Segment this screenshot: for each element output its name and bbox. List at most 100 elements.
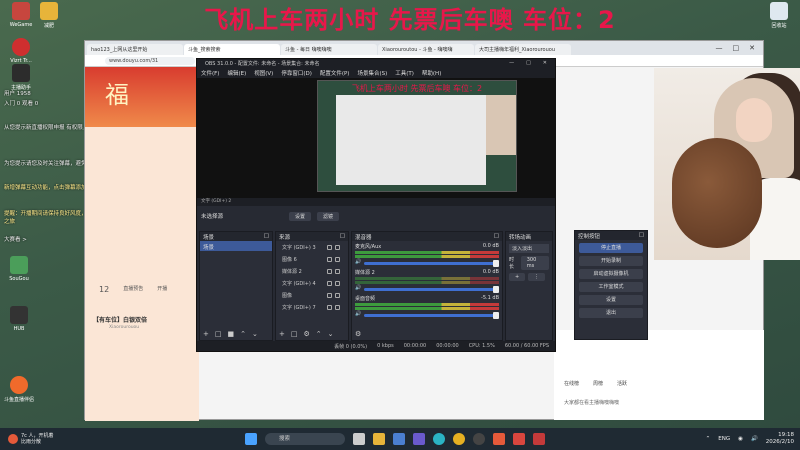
lock-icon[interactable] — [335, 256, 340, 262]
desktop-icon-hub[interactable]: HUB — [2, 306, 36, 332]
filter-icon[interactable]: ■ — [228, 330, 235, 338]
volume-slider[interactable] — [364, 311, 499, 319]
eye-icon[interactable] — [327, 304, 332, 310]
add-icon[interactable]: + — [279, 330, 285, 338]
windows-icon[interactable] — [245, 433, 257, 445]
speaker-icon[interactable]: 🔊 — [355, 285, 361, 291]
lock-icon[interactable] — [335, 304, 340, 310]
volume-slider[interactable] — [364, 285, 499, 293]
up-icon[interactable]: ⌃ — [316, 330, 322, 338]
dock-menu-icon[interactable]: □ — [494, 233, 499, 240]
stop-streaming-button[interactable]: 停止直播 — [579, 243, 643, 253]
rank-tab[interactable]: 周榜 — [593, 380, 603, 387]
weather-widget[interactable]: 7c 人，开机着 比雨分散 — [0, 433, 110, 445]
menu-help[interactable]: 帮助(H) — [422, 69, 441, 78]
speaker-icon[interactable]: 🔊 — [355, 259, 361, 265]
stat-label[interactable]: 开播 — [157, 285, 167, 294]
properties-button[interactable]: 设置 — [289, 211, 312, 221]
source-item[interactable]: 文字 (GDI+) 4 — [276, 277, 348, 289]
eye-icon[interactable] — [327, 268, 332, 274]
menu-file[interactable]: 文件(F) — [201, 69, 219, 78]
start-recording-button[interactable]: 开始录制 — [579, 256, 643, 266]
obs-icon[interactable] — [473, 433, 485, 445]
volume-slider[interactable] — [364, 259, 499, 267]
down-icon[interactable]: ⌄ — [328, 330, 334, 338]
douyu-icon[interactable] — [493, 433, 505, 445]
browser-tab[interactable]: 大司主播嗨年福利_Xiaorourouou — [475, 44, 571, 55]
add-transition-button[interactable]: + — [509, 273, 526, 281]
menu-tools[interactable]: 工具(T) — [395, 69, 414, 78]
room-title[interactable]: 【有车位】白银双倍 — [93, 315, 147, 324]
lock-icon[interactable] — [335, 292, 340, 298]
speaker-icon[interactable]: 🔊 — [355, 311, 361, 317]
desktop-icon-vizrt[interactable]: Vizrt Tr... — [4, 38, 38, 64]
close-icon[interactable]: ✕ — [543, 60, 547, 68]
minimize-icon[interactable]: — — [716, 44, 723, 52]
chrome-icon[interactable] — [453, 433, 465, 445]
eye-icon[interactable] — [327, 280, 332, 286]
close-icon[interactable]: ✕ — [749, 44, 755, 52]
source-item[interactable]: 文字 (GDI+) 3 — [276, 241, 348, 253]
source-item[interactable]: 文字 (GDI+) 7 — [276, 301, 348, 313]
browser-tab[interactable]: 斗鱼 - 每日 嗨噢嗨噢 — [281, 44, 377, 55]
stat-label[interactable]: 直播预告 — [123, 285, 143, 294]
menu-profile[interactable]: 配置文件(P) — [320, 69, 350, 78]
source-item[interactable]: 图像 — [276, 289, 348, 301]
tray-chevron-icon[interactable]: ⌃ — [706, 436, 711, 442]
down-icon[interactable]: ⌄ — [252, 330, 258, 338]
lock-icon[interactable] — [335, 268, 340, 274]
taskview-icon[interactable] — [353, 433, 365, 445]
lock-icon[interactable] — [335, 244, 340, 250]
address-input[interactable]: www.douyu.com/31 — [105, 56, 195, 65]
rank-tab[interactable]: 活跃 — [617, 380, 627, 387]
desktop-icon-folder[interactable]: 减肥 — [32, 2, 66, 29]
obs-preview[interactable]: 飞机上车两小时 先票后车噢 车位：2 — [197, 78, 555, 198]
eye-icon[interactable] — [327, 244, 332, 250]
maximize-icon[interactable]: □ — [526, 60, 531, 68]
teams-icon[interactable] — [413, 433, 425, 445]
maximize-icon[interactable]: □ — [733, 44, 740, 52]
desktop-icon-recycle-bin[interactable]: 回收站 — [762, 2, 796, 29]
browser-tab[interactable]: hao123_上网从这里开始 — [87, 44, 183, 55]
room-user[interactable]: Xiaorourouou — [109, 325, 139, 330]
store-icon[interactable] — [393, 433, 405, 445]
desktop-icon-sougou[interactable]: SouGou — [2, 256, 36, 282]
desktop-icon-streamer[interactable]: 主播助手 — [4, 64, 38, 91]
volume-icon[interactable]: 🔊 — [751, 436, 758, 442]
dock-menu-icon[interactable]: □ — [264, 233, 269, 240]
scene-item[interactable]: 场景 — [200, 241, 272, 251]
files-icon[interactable] — [373, 433, 385, 445]
eye-icon[interactable] — [327, 256, 332, 262]
menu-edit[interactable]: 编辑(E) — [227, 69, 246, 78]
rank-tab[interactable]: 在线榜 — [564, 380, 579, 387]
menu-view[interactable]: 视图(V) — [254, 69, 273, 78]
virtual-camera-button[interactable]: 启动虚拟摄像机 — [579, 269, 643, 279]
language-indicator[interactable]: ENG — [718, 436, 730, 442]
taskbar-search[interactable]: 搜索 — [265, 433, 345, 445]
dock-menu-icon[interactable]: □ — [639, 232, 644, 239]
app2-icon[interactable] — [513, 433, 525, 445]
filters-button[interactable]: 滤镜 — [317, 211, 340, 221]
settings-button[interactable]: 设置 — [579, 295, 643, 305]
exit-button[interactable]: 退出 — [579, 308, 643, 318]
minimize-icon[interactable]: — — [509, 60, 514, 68]
clock[interactable]: 19:18 2026/2/10 — [766, 432, 794, 446]
menu-scene-collection[interactable]: 场景集合(S) — [357, 69, 387, 78]
browser-tab[interactable]: Xiaorouroutou - 斗鱼 - 嗨噢嗨 — [378, 44, 474, 55]
transition-menu-button[interactable]: ⋮ — [528, 273, 546, 281]
up-icon[interactable]: ⌃ — [240, 330, 246, 338]
trash-icon[interactable]: □ — [291, 330, 298, 338]
lock-icon[interactable] — [335, 280, 340, 286]
gear-icon[interactable]: ⚙ — [355, 330, 361, 338]
trash-icon[interactable]: □ — [215, 330, 222, 338]
app3-icon[interactable] — [533, 433, 545, 445]
transition-select[interactable]: 淡入淡出 — [509, 244, 549, 253]
studio-mode-button[interactable]: 工作室模式 — [579, 282, 643, 292]
eye-icon[interactable] — [327, 292, 332, 298]
desktop-icon-douyu[interactable]: 斗鱼直播伴侣 — [2, 376, 36, 403]
edge-icon[interactable] — [433, 433, 445, 445]
network-icon[interactable]: ◉ — [738, 436, 743, 442]
browser-tab-active[interactable]: 斗鱼_搜索搜索 — [184, 44, 280, 55]
add-icon[interactable]: + — [203, 330, 209, 338]
gear-icon[interactable]: ⚙ — [304, 330, 310, 338]
